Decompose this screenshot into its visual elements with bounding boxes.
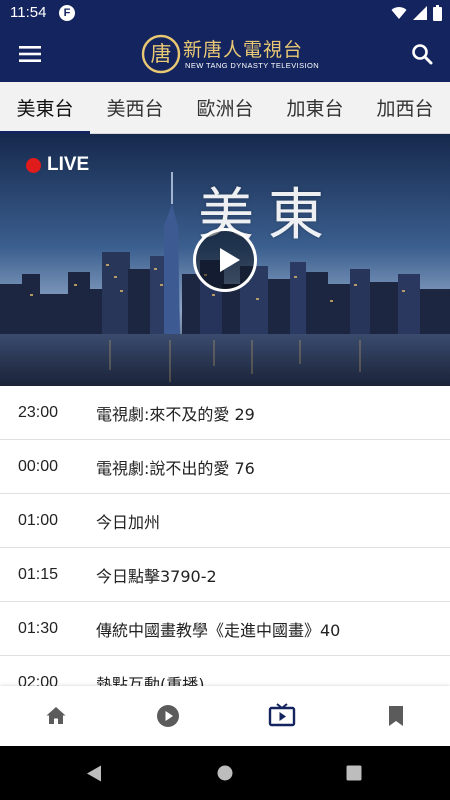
wifi-icon xyxy=(391,7,407,20)
bookmark-icon[interactable] xyxy=(384,704,408,728)
schedule-title: 傳統中國畫教學《走進中國畫》40 xyxy=(96,620,341,640)
schedule-time: 01:15 xyxy=(18,565,59,583)
tab-europe[interactable]: 歐洲台 xyxy=(180,82,270,133)
menu-button[interactable] xyxy=(14,38,46,70)
schedule-row[interactable]: 00:00 電視劇:說不出的愛 76 xyxy=(0,440,450,494)
play-circle-icon[interactable] xyxy=(156,704,180,728)
schedule-row[interactable]: 02:00 熱點互動(重播) xyxy=(0,656,450,687)
battery-icon xyxy=(433,5,442,21)
logo-emblem: 唐 xyxy=(141,34,181,74)
schedule-title: 電視劇:來不及的愛 29 xyxy=(96,404,255,424)
status-icons xyxy=(391,5,442,21)
live-badge: LIVE xyxy=(26,154,89,176)
home-icon[interactable] xyxy=(44,704,68,728)
schedule-title: 今日點擊3790-2 xyxy=(96,566,217,586)
schedule-row[interactable]: 01:15 今日點擊3790-2 xyxy=(0,548,450,602)
tab-canada-east[interactable]: 加東台 xyxy=(270,82,360,133)
status-bar: 11:54 F xyxy=(0,0,450,26)
tab-us-west[interactable]: 美西台 xyxy=(90,82,180,133)
channel-tabs: 美東台 美西台 歐洲台 加東台 加西台 xyxy=(0,82,450,134)
signal-icon xyxy=(413,6,427,20)
recents-icon[interactable] xyxy=(346,765,362,781)
play-button[interactable] xyxy=(193,228,257,292)
live-tv-icon[interactable] xyxy=(268,702,296,728)
app-notification-icon: F xyxy=(59,5,75,21)
schedule-title: 電視劇:說不出的愛 76 xyxy=(96,458,255,478)
live-dot-icon xyxy=(26,157,41,173)
logo-chinese-text: 新唐人電視台 xyxy=(183,39,304,61)
tab-us-east[interactable]: 美東台 xyxy=(0,82,90,134)
search-icon xyxy=(412,44,433,65)
logo-emblem-char: 唐 xyxy=(151,42,172,66)
menu-icon xyxy=(19,46,41,62)
status-time: 11:54 xyxy=(10,4,47,21)
logo-english-text: NEW TANG DYNASTY TELEVISION xyxy=(185,61,320,70)
system-navigation-bar xyxy=(0,746,450,800)
schedule-time: 01:30 xyxy=(18,619,59,637)
program-schedule: 23:00 電視劇:來不及的愛 29 00:00 電視劇:說不出的愛 76 01… xyxy=(0,386,450,686)
tab-canada-west[interactable]: 加西台 xyxy=(360,82,450,133)
schedule-time: 00:00 xyxy=(18,457,59,475)
schedule-time: 01:00 xyxy=(18,511,59,529)
schedule-title: 熱點互動(重播) xyxy=(96,674,205,687)
live-label: LIVE xyxy=(47,154,90,175)
schedule-time: 23:00 xyxy=(18,403,59,421)
schedule-row[interactable]: 01:30 傳統中國畫教學《走進中國畫》40 xyxy=(0,602,450,656)
ntd-logo: 唐 新唐人電視台 NEW TANG DYNASTY TELEVISION xyxy=(141,34,321,74)
schedule-title: 今日加州 xyxy=(96,512,161,532)
home-circle-icon[interactable] xyxy=(217,765,233,781)
search-button[interactable] xyxy=(406,38,438,70)
schedule-time: 02:00 xyxy=(18,673,59,687)
bottom-navigation xyxy=(0,686,450,746)
back-icon[interactable] xyxy=(86,765,102,782)
schedule-row[interactable]: 01:00 今日加州 xyxy=(0,494,450,548)
app-bar: 唐 新唐人電視台 NEW TANG DYNASTY TELEVISION xyxy=(0,26,450,82)
schedule-row[interactable]: 23:00 電視劇:來不及的愛 29 xyxy=(0,386,450,440)
